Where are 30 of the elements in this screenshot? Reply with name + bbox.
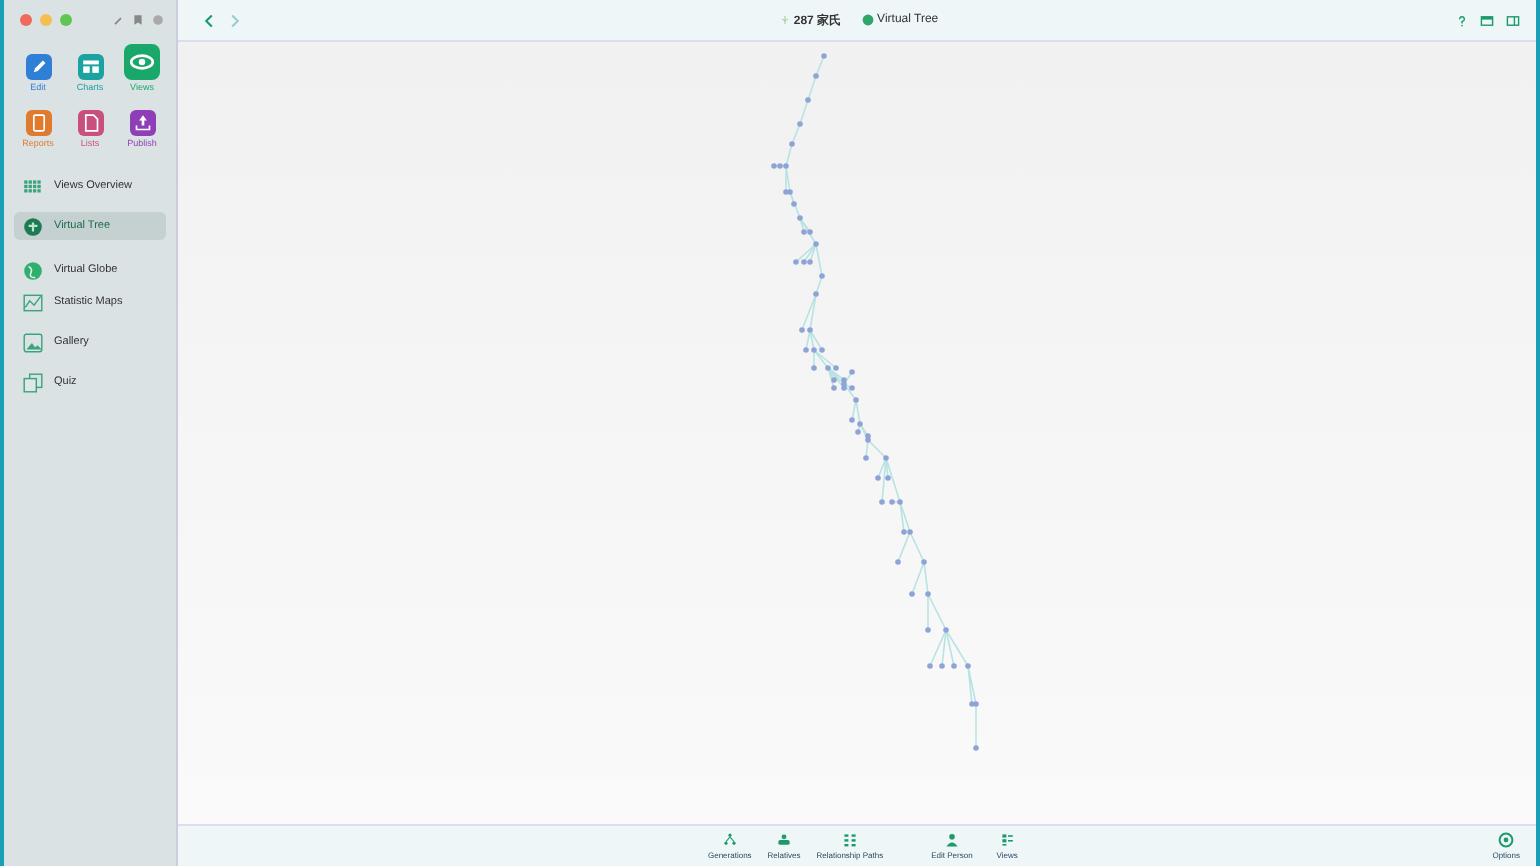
search-icon[interactable]: [152, 14, 164, 26]
bookmark-icon[interactable]: [132, 14, 144, 26]
quiz-icon: [22, 371, 44, 393]
map-icon: [22, 291, 44, 313]
views-icon: [124, 44, 160, 80]
person-icon: [943, 832, 960, 848]
paths-icon: [841, 832, 858, 848]
publish-icon: [129, 110, 155, 136]
generations-icon: [721, 832, 738, 848]
tree-badge-icon: [861, 14, 874, 26]
gallery-icon: [22, 331, 44, 353]
tree-icon: [779, 14, 790, 26]
grid-icon: [22, 175, 44, 197]
settings-icon: [1498, 832, 1515, 848]
sidebar-toggle-icon[interactable]: [1506, 13, 1520, 27]
tree-icon: [22, 215, 44, 237]
close-window-icon[interactable]: [20, 14, 32, 26]
pin-icon[interactable]: [112, 14, 124, 26]
back-icon[interactable]: [202, 13, 216, 27]
charts-icon: [77, 54, 103, 80]
reports-icon: [25, 110, 51, 136]
window-icon[interactable]: [1480, 13, 1494, 27]
relatives-icon: [776, 832, 793, 848]
zoom-window-icon[interactable]: [60, 14, 72, 26]
forward-icon[interactable]: [228, 13, 242, 27]
help-icon[interactable]: [1456, 13, 1468, 27]
views-icon: [999, 832, 1016, 848]
globe-icon: [22, 259, 44, 281]
lists-icon: [77, 110, 103, 136]
edit-icon: [25, 54, 51, 80]
